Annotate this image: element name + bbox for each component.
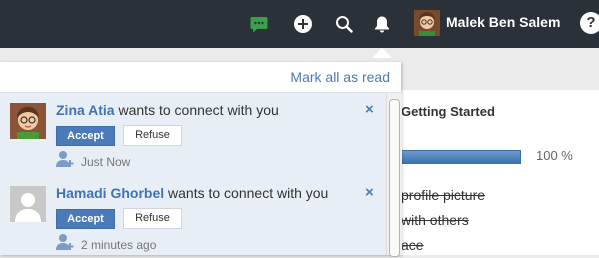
top-navigation-bar: Malek Ben Salem ?: [0, 0, 599, 48]
dropdown-caret: [372, 48, 392, 58]
task-item[interactable]: with others: [401, 212, 469, 228]
notification-text: Hamadi Ghorbel wants to connect with you: [56, 185, 328, 201]
scrollbar[interactable]: [386, 93, 402, 257]
refuse-button[interactable]: Refuse: [123, 208, 182, 229]
getting-started-panel: Getting Started 100 % profile picture wi…: [393, 90, 599, 255]
scrollbar-thumb[interactable]: [389, 99, 400, 257]
bell-icon[interactable]: [370, 0, 394, 48]
refuse-button[interactable]: Refuse: [123, 125, 182, 146]
notification-list: Zina Atia wants to connect with you × Ac…: [0, 93, 386, 255]
notification-item: Zina Atia wants to connect with you × Ac…: [0, 93, 386, 175]
task-item[interactable]: profile picture: [401, 187, 485, 203]
notification-message: wants to connect with you: [168, 185, 329, 201]
help-icon[interactable]: ?: [580, 12, 599, 34]
progress-fill: [402, 151, 520, 163]
progress-bar: [401, 150, 521, 164]
search-icon[interactable]: [332, 0, 356, 48]
user-avatar[interactable]: [414, 10, 440, 36]
notification-item: Hamadi Ghorbel wants to connect with you…: [0, 176, 386, 258]
dropdown-header: Mark all as read: [0, 62, 401, 93]
close-icon[interactable]: ×: [365, 101, 374, 118]
mark-all-read-link[interactable]: Mark all as read: [290, 69, 390, 85]
user-name[interactable]: Malek Ben Salem: [446, 0, 560, 44]
add-user-icon: [56, 233, 76, 253]
accept-button[interactable]: Accept: [56, 126, 115, 146]
chat-icon[interactable]: [248, 0, 270, 48]
plus-circle-icon[interactable]: [292, 0, 314, 48]
progress-label: 100 %: [536, 148, 573, 163]
notifications-dropdown: Mark all as read Zina Atia wants to conn…: [0, 62, 402, 257]
avatar[interactable]: [10, 103, 46, 139]
notification-time: 2 minutes ago: [81, 238, 157, 252]
requester-name[interactable]: Zina Atia: [56, 102, 115, 118]
task-item[interactable]: ace: [401, 237, 424, 253]
add-user-icon: [56, 150, 76, 170]
avatar[interactable]: [10, 186, 46, 222]
getting-started-title: Getting Started: [401, 104, 495, 119]
notification-time: Just Now: [81, 155, 131, 169]
accept-button[interactable]: Accept: [56, 209, 115, 229]
notification-message: wants to connect with you: [118, 102, 279, 118]
notification-text: Zina Atia wants to connect with you: [56, 102, 279, 118]
requester-name[interactable]: Hamadi Ghorbel: [56, 185, 164, 201]
close-icon[interactable]: ×: [365, 184, 374, 201]
